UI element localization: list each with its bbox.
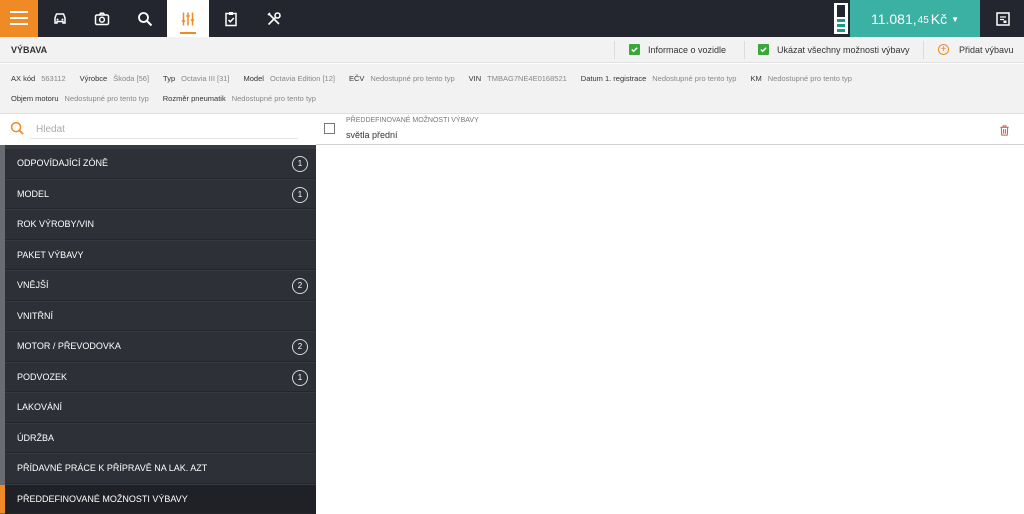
search-box	[0, 114, 316, 145]
section-header: VÝBAVA Informace o vozidle Ukázat všechn…	[0, 37, 1024, 63]
sliders-icon[interactable]	[167, 0, 209, 37]
sidebar-item[interactable]: PŘÍDAVNÉ PRÁCE K PŘÍPRAVĚ NA LAK. AZT	[5, 454, 316, 484]
sidebar-item[interactable]: LAKOVÁNÍ	[5, 393, 316, 423]
ax-code-value: 563112	[41, 74, 66, 83]
car-icon[interactable]	[39, 0, 81, 37]
sidebar-item[interactable]: MOTOR / PŘEVODOVKA 2	[5, 332, 316, 362]
search-input[interactable]	[36, 120, 296, 138]
manufacturer-label: Výrobce	[79, 74, 108, 83]
sidebar-item-label: VNĚJŠÍ	[17, 280, 49, 291]
sidebar-item-label: MOTOR / PŘEVODOVKA	[17, 341, 121, 352]
first-registration-label: Datum 1. registrace	[580, 74, 647, 83]
ecv-value: Nedostupné pro tento typ	[370, 74, 455, 83]
tools-icon[interactable]	[253, 0, 295, 37]
type-value: Octavia III [31]	[181, 74, 230, 83]
sidebar-item-label: PODVOZEK	[17, 371, 68, 382]
count-badge: 1	[292, 186, 308, 203]
show-all-options-label: Ukázat všechny možnosti výbavy	[777, 44, 910, 55]
sidebar-item[interactable]: MODEL 1	[5, 179, 316, 209]
sidebar-item[interactable]: ÚDRŽBA	[5, 423, 316, 453]
sidebar-item[interactable]: VNĚJŠÍ 2	[5, 271, 316, 301]
receipt-icon[interactable]	[982, 0, 1024, 37]
row-name: světla přední	[346, 130, 398, 140]
show-all-options-toggle[interactable]: Ukázat všechny možnosti výbavy	[758, 44, 910, 55]
top-bar: 11.081, 45 Kč ▼	[0, 0, 1024, 37]
engine-volume-value: Nedostupné pro tento typ	[64, 94, 149, 103]
trash-icon[interactable]	[999, 123, 1010, 141]
sidebar-item[interactable]: VNITŘNÍ	[5, 301, 316, 331]
model-label: Model	[243, 74, 264, 83]
sidebar-item-label: MODEL	[17, 188, 50, 199]
vehicle-info-panel: AX kód 563112 Výrobce Škoda [56] Typ Oct…	[0, 64, 1024, 114]
vehicle-info-toggle[interactable]: Informace o vozidle	[629, 44, 726, 55]
divider	[614, 41, 615, 59]
sidebar-item[interactable]: PAKET VÝBAVY	[5, 240, 316, 270]
sidebar-item[interactable]: ROK VÝROBY/VIN	[5, 210, 316, 240]
add-equipment-button[interactable]: + Přidat výbavu	[938, 44, 1014, 55]
search-icon	[10, 121, 25, 141]
sidebar-item[interactable]: PODVOZEK 1	[5, 362, 316, 392]
engine-volume-label: Objem motoru	[11, 94, 59, 103]
manufacturer-value: Škoda [56]	[113, 74, 150, 83]
tyre-size-value: Nedostupné pro tento typ	[231, 94, 316, 103]
vin-value: TMBAG7NE4E0168521	[487, 74, 567, 83]
status-gauge-icon	[834, 3, 848, 34]
total-price-dropdown[interactable]: 11.081, 45 Kč ▼	[850, 0, 980, 37]
price-fraction: 45	[917, 14, 929, 26]
sidebar-item-label: ROK VÝROBY/VIN	[17, 219, 95, 230]
vehicle-info-label: Informace o vozidle	[648, 44, 727, 55]
plus-circle-icon: +	[938, 44, 949, 55]
hamburger-menu-button[interactable]	[0, 0, 38, 37]
sidebar-item-label: VNITŘNÍ	[17, 310, 53, 321]
checkbox-checked-icon[interactable]	[758, 44, 769, 55]
sidebar-item-label: ODPOVÍDAJÍCÍ ZÓNĚ	[17, 158, 109, 169]
search-icon[interactable]	[124, 0, 166, 37]
search-underline	[30, 138, 298, 139]
camera-icon[interactable]	[81, 0, 123, 37]
category-sidebar: ODPOVÍDAJÍCÍ ZÓNĚ 1 MODEL 1 ROK VÝROBY/VIN PA…	[0, 145, 316, 514]
count-badge: 2	[292, 339, 308, 355]
equipment-row[interactable]: PŘEDDEFINOVANÉ MOŽNOSTI VÝBAVY světla př…	[316, 114, 1024, 145]
add-equipment-label: Přidat výbavu	[959, 44, 1014, 55]
page-title: VÝBAVA	[11, 45, 48, 55]
type-label: Typ	[163, 74, 176, 83]
sidebar-item[interactable]: ODPOVÍDAJÍCÍ ZÓNĚ 1	[5, 149, 316, 179]
km-label: KM	[750, 74, 762, 83]
row-category: PŘEDDEFINOVANÉ MOŽNOSTI VÝBAVY	[346, 117, 479, 124]
sidebar-item[interactable]: PŘEDDEFINOVANÉ MOŽNOSTI VÝBAVY	[0, 484, 316, 514]
tyre-size-label: Rozměr pneumatik	[162, 94, 226, 103]
divider	[923, 41, 924, 59]
divider	[744, 41, 745, 59]
sidebar-item-label: LAKOVÁNÍ	[17, 402, 63, 413]
count-badge: 1	[292, 369, 308, 386]
ecv-label: EČV	[348, 74, 365, 83]
sidebar-item-label: PŘEDDEFINOVANÉ MOŽNOSTI VÝBAVY	[17, 493, 188, 504]
sidebar-item-label: ÚDRŽBA	[17, 432, 55, 443]
chevron-down-icon: ▼	[951, 15, 960, 24]
row-checkbox[interactable]	[324, 123, 335, 134]
ax-code-label: AX kód	[11, 74, 36, 83]
km-value: Nedostupné pro tento typ	[767, 74, 852, 83]
clipboard-check-icon[interactable]	[210, 0, 252, 37]
model-value: Octavia Edition [12]	[269, 74, 335, 83]
count-badge: 1	[292, 156, 308, 172]
checkbox-checked-icon[interactable]	[629, 44, 640, 55]
sidebar-item-label: PAKET VÝBAVY	[17, 249, 84, 260]
count-badge: 2	[292, 278, 308, 294]
vin-label: VIN	[468, 74, 482, 83]
price-main: 11.081,	[870, 10, 917, 27]
sidebar-item-label: PŘÍDAVNÉ PRÁCE K PŘÍPRAVĚ NA LAK. AZT	[17, 463, 208, 474]
price-currency: Kč	[930, 10, 948, 27]
first-registration-value: Nedostupné pro tento typ	[652, 74, 737, 83]
